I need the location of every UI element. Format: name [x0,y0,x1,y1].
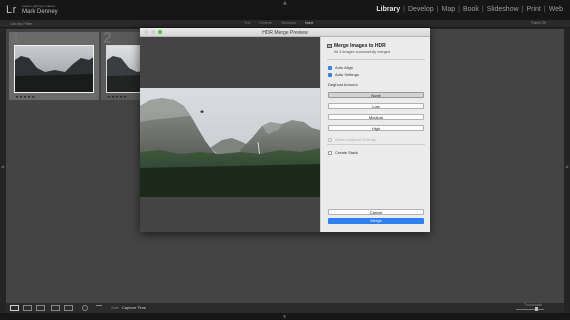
module-web[interactable]: Web [546,6,566,13]
hdr-merge-icon [327,44,332,48]
deghost-amount-label: Deghost Amount [328,82,358,87]
module-slideshow[interactable]: Slideshow [484,6,522,13]
survey-view-icon[interactable] [51,305,60,311]
library-filter-bar: Library Filter : Text Attribute Metadata… [0,20,570,28]
deghost-overlay-option[interactable]: Show Deghost Overlay [328,137,376,142]
filter-text[interactable]: Text [244,21,250,25]
sort-direction-icon[interactable] [96,305,102,311]
module-map[interactable]: Map [438,6,458,13]
top-bar: Lr Adobe Lightroom Classic Mark Denney ▲… [0,0,570,20]
valley-thumbnail-image [15,46,93,92]
create-stack-label: Create Stack [335,150,359,155]
auto-align-checkbox[interactable] [328,65,332,70]
module-library[interactable]: Library [373,6,403,13]
thumbnail-size-slider[interactable] [516,309,544,310]
auto-align-label: Auto Align [335,65,354,70]
sort-label: Sort: [111,305,120,310]
deghost-high-button[interactable]: High [328,125,424,131]
deghost-none-button[interactable]: None [328,92,424,98]
people-view-icon[interactable] [64,305,73,311]
collapse-top-icon[interactable]: ▲ [283,0,287,6]
hdr-preview-area [140,37,320,232]
auto-settings-label: Auto Settings [335,72,359,77]
filters-off-dropdown[interactable]: Filters Off [531,21,546,25]
identity-line-user: Mark Denney [22,9,58,15]
deghost-overlay-label: Show Deghost Overlay [335,137,376,142]
library-filter-title: Library Filter : [10,21,35,26]
module-book[interactable]: Book [460,6,482,13]
deghost-medium-button[interactable]: Medium [328,114,424,120]
star-rating[interactable]: ★★★★★ [15,94,35,99]
collapse-bottom-icon[interactable]: ▼ [283,314,286,319]
photo-thumbnail[interactable] [14,45,94,93]
cancel-button[interactable]: Cancel [328,209,424,215]
star-rating[interactable]: ★★★★★ [107,94,127,99]
lightroom-logo: Lr [6,4,17,16]
painter-icon[interactable] [82,305,88,311]
merge-status: All 3 images successfully merged [334,50,391,54]
identity-line-product: Adobe Lightroom Classic [22,4,56,8]
identity-plate: Adobe Lightroom Classic Mark Denney [22,4,58,15]
create-stack-option[interactable]: Create Stack [328,150,358,155]
panel-title: Merge Images to HDR [334,43,386,49]
module-picker: Library | Develop | Map | Book | Slidesh… [373,6,566,13]
grid-view-icon[interactable] [10,305,19,311]
compare-view-icon[interactable] [36,305,45,311]
filter-metadata[interactable]: Metadata [281,21,296,25]
right-panel-toggle-icon[interactable]: ▶ [566,164,569,169]
module-develop[interactable]: Develop [405,6,437,13]
divider [327,59,425,60]
grid-cell[interactable]: 1 ★★★★★ [9,30,99,100]
hdr-preview-image [140,88,320,197]
thumbnails-label: Thumbnails [523,303,542,307]
auto-settings-checkbox[interactable] [328,72,332,77]
library-toolbar: Sort: Capture Time Thumbnails [6,303,564,313]
filter-none[interactable]: None [305,21,313,25]
filter-options: Text Attribute Metadata None [244,21,322,25]
left-panel-toggle-icon[interactable]: ◀ [1,164,4,169]
module-print[interactable]: Print [523,6,543,13]
thumbnail-slider-knob[interactable] [535,307,538,311]
dialog-title: HDR Merge Preview [262,29,308,36]
dialog-titlebar: HDR Merge Preview [140,28,430,37]
auto-settings-option[interactable]: Auto Settings [328,72,359,77]
auto-align-option[interactable]: Auto Align [328,65,353,70]
deghost-low-button[interactable]: Low [328,103,424,109]
hdr-merge-dialog: HDR Merge Preview Merge Images to HDR Al… [140,28,430,232]
merge-button[interactable]: Merge [328,218,424,224]
lightroom-window: Lr Adobe Lightroom Classic Mark Denney ▲… [0,0,570,320]
divider [327,144,425,145]
filter-attribute[interactable]: Attribute [259,21,272,25]
create-stack-checkbox[interactable] [328,150,332,155]
deghost-overlay-checkbox[interactable] [328,137,332,142]
sort-dropdown[interactable]: Capture Time [122,305,146,310]
loupe-view-icon[interactable] [23,305,32,311]
hdr-options-panel: Merge Images to HDR All 3 images success… [320,37,430,232]
